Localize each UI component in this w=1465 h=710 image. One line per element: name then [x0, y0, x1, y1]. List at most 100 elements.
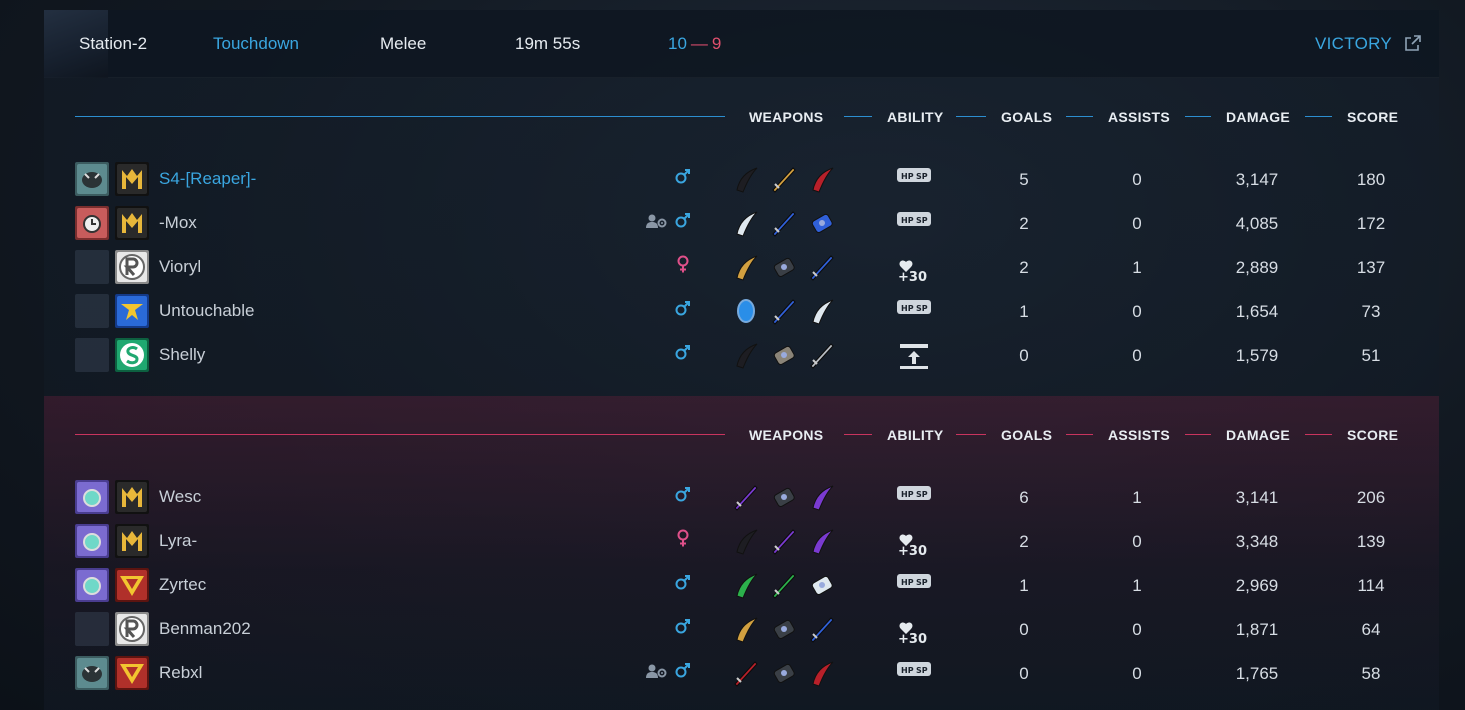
red-claw-icon[interactable] [807, 658, 837, 688]
white-fang-icon[interactable] [731, 208, 761, 238]
external-link-icon[interactable] [1405, 35, 1421, 51]
player-score: 73 [1361, 302, 1381, 321]
final-score: 10—9 [668, 34, 721, 54]
dark-gauntlet-icon[interactable] [769, 614, 799, 644]
column-header-damage[interactable]: DAMAGE [1226, 427, 1290, 443]
purple-sword-icon[interactable] [769, 526, 799, 556]
player-row[interactable]: Vioryl +30 2 1 2,889 137 [44, 246, 1439, 286]
column-header-assists[interactable]: ASSISTS [1108, 109, 1170, 125]
hp-sp-ability-icon[interactable]: HP SP [895, 480, 933, 514]
purple-blade-icon[interactable] [731, 482, 761, 512]
player-assists: 0 [1132, 214, 1142, 233]
player-row[interactable]: Benman202 +30 0 0 1,871 64 [44, 608, 1439, 648]
wolf-emblem-icon [75, 656, 109, 690]
black-claw-icon[interactable] [731, 164, 761, 194]
hp-sp-ability-icon[interactable]: HP SP [895, 568, 933, 602]
male-icon [675, 661, 691, 679]
player-row[interactable]: S4-[Reaper]- HP SP 5 0 3,147 180 [44, 158, 1439, 198]
player-name[interactable]: Wesc [159, 487, 201, 507]
black-claw-icon[interactable] [731, 340, 761, 370]
hp-sp-ability-icon[interactable]: HP SP [895, 656, 933, 690]
hp-sp-ability-icon[interactable]: HP SP [895, 294, 933, 328]
match-duration: 19m 55s [515, 34, 581, 53]
player-name[interactable]: Rebxl [159, 663, 202, 683]
male-icon [675, 573, 691, 591]
dark-gauntlet-icon[interactable] [769, 482, 799, 512]
column-header-weapons[interactable]: WEAPONS [749, 109, 823, 125]
gold-dagger-icon[interactable] [731, 252, 761, 282]
red-chain-blade-icon[interactable] [731, 658, 761, 688]
player-score: 114 [1357, 576, 1385, 595]
column-header-score[interactable]: SCORE [1347, 427, 1398, 443]
player-damage: 3,348 [1235, 532, 1279, 551]
white-gauntlet-icon[interactable] [807, 570, 837, 600]
dark-gauntlet-icon[interactable] [769, 658, 799, 688]
column-header-ability[interactable]: ABILITY [887, 427, 944, 443]
black-claw-icon[interactable] [731, 526, 761, 556]
launch-ability-icon[interactable] [895, 338, 933, 372]
blue-gauntlet-icon[interactable] [807, 208, 837, 238]
player-row[interactable]: Shelly 0 0 1,579 51 [44, 334, 1439, 374]
player-name[interactable]: Vioryl [159, 257, 201, 277]
player-row[interactable]: Zyrtec HP SP 1 1 2,969 114 [44, 564, 1439, 604]
player-name[interactable]: Shelly [159, 345, 205, 365]
player-row[interactable]: Untouchable HP SP 1 0 1,654 73 [44, 290, 1439, 330]
player-row[interactable]: -Mox HP SP 2 0 4,085 172 [44, 202, 1439, 242]
hp-sp-ability-icon[interactable]: HP SP [895, 206, 933, 240]
score-separator: — [690, 34, 708, 53]
player-name[interactable]: Benman202 [159, 619, 251, 639]
player-row[interactable]: Lyra- +30 2 0 3,348 139 [44, 520, 1439, 560]
gold-blade-icon[interactable] [769, 164, 799, 194]
blue-sword-icon[interactable] [807, 614, 837, 644]
player-damage: 3,147 [1235, 170, 1279, 189]
blue-sword-icon[interactable] [769, 208, 799, 238]
column-header-ability[interactable]: ABILITY [887, 109, 944, 125]
blue-p-rank-icon [115, 294, 149, 328]
hp-sp-ability-icon[interactable]: HP SP [895, 162, 933, 196]
player-row[interactable]: Wesc HP SP 6 1 3,141 206 [44, 476, 1439, 516]
player-goals: 0 [1019, 346, 1029, 365]
column-header-goals[interactable]: GOALS [1001, 427, 1052, 443]
white-fang-icon[interactable] [807, 296, 837, 326]
gold-dagger-icon[interactable] [731, 614, 761, 644]
header-divider [956, 116, 986, 117]
heal-30-ability-icon[interactable]: +30 [895, 524, 933, 559]
green-sword-icon[interactable] [769, 570, 799, 600]
stone-gauntlet-icon[interactable] [769, 340, 799, 370]
blue-orb-icon[interactable] [731, 296, 761, 326]
svg-text:HP: HP [901, 304, 914, 313]
steel-sword-icon[interactable] [807, 340, 837, 370]
heal-30-ability-icon[interactable]: +30 [895, 612, 933, 647]
column-header-assists[interactable]: ASSISTS [1108, 427, 1170, 443]
empty-emblem-slot [75, 338, 109, 372]
heal-30-ability-icon[interactable]: +30 [895, 250, 933, 285]
female-icon [675, 255, 691, 273]
column-header-weapons[interactable]: WEAPONS [749, 427, 823, 443]
male-icon [675, 485, 691, 503]
player-goals: 0 [1019, 620, 1029, 639]
blue-sword-icon[interactable] [769, 296, 799, 326]
dark-gun-icon[interactable] [769, 252, 799, 282]
blue-score: 10 [668, 34, 687, 53]
green-s-rank-icon [115, 338, 149, 372]
green-claw-icon[interactable] [731, 570, 761, 600]
header-divider [844, 116, 872, 117]
purple-scythe-icon[interactable] [807, 526, 837, 556]
column-header-damage[interactable]: DAMAGE [1226, 109, 1290, 125]
blue-sword-icon[interactable] [807, 252, 837, 282]
player-name[interactable]: Zyrtec [159, 575, 206, 595]
svg-text:SP: SP [916, 216, 928, 225]
player-name[interactable]: Untouchable [159, 301, 254, 321]
svg-text:SP: SP [916, 490, 928, 499]
player-name[interactable]: S4-[Reaper]- [159, 169, 256, 189]
red-claw-icon[interactable] [807, 164, 837, 194]
player-row[interactable]: Rebxl HP SP 0 0 1,765 58 [44, 652, 1439, 692]
player-name[interactable]: -Mox [159, 213, 197, 233]
player-score: 64 [1361, 620, 1381, 639]
player-name[interactable]: Lyra- [159, 531, 197, 551]
player-damage: 1,579 [1235, 346, 1279, 365]
column-header-score[interactable]: SCORE [1347, 109, 1398, 125]
column-header-goals[interactable]: GOALS [1001, 109, 1052, 125]
player-score: 58 [1361, 664, 1381, 683]
purple-claw-icon[interactable] [807, 482, 837, 512]
